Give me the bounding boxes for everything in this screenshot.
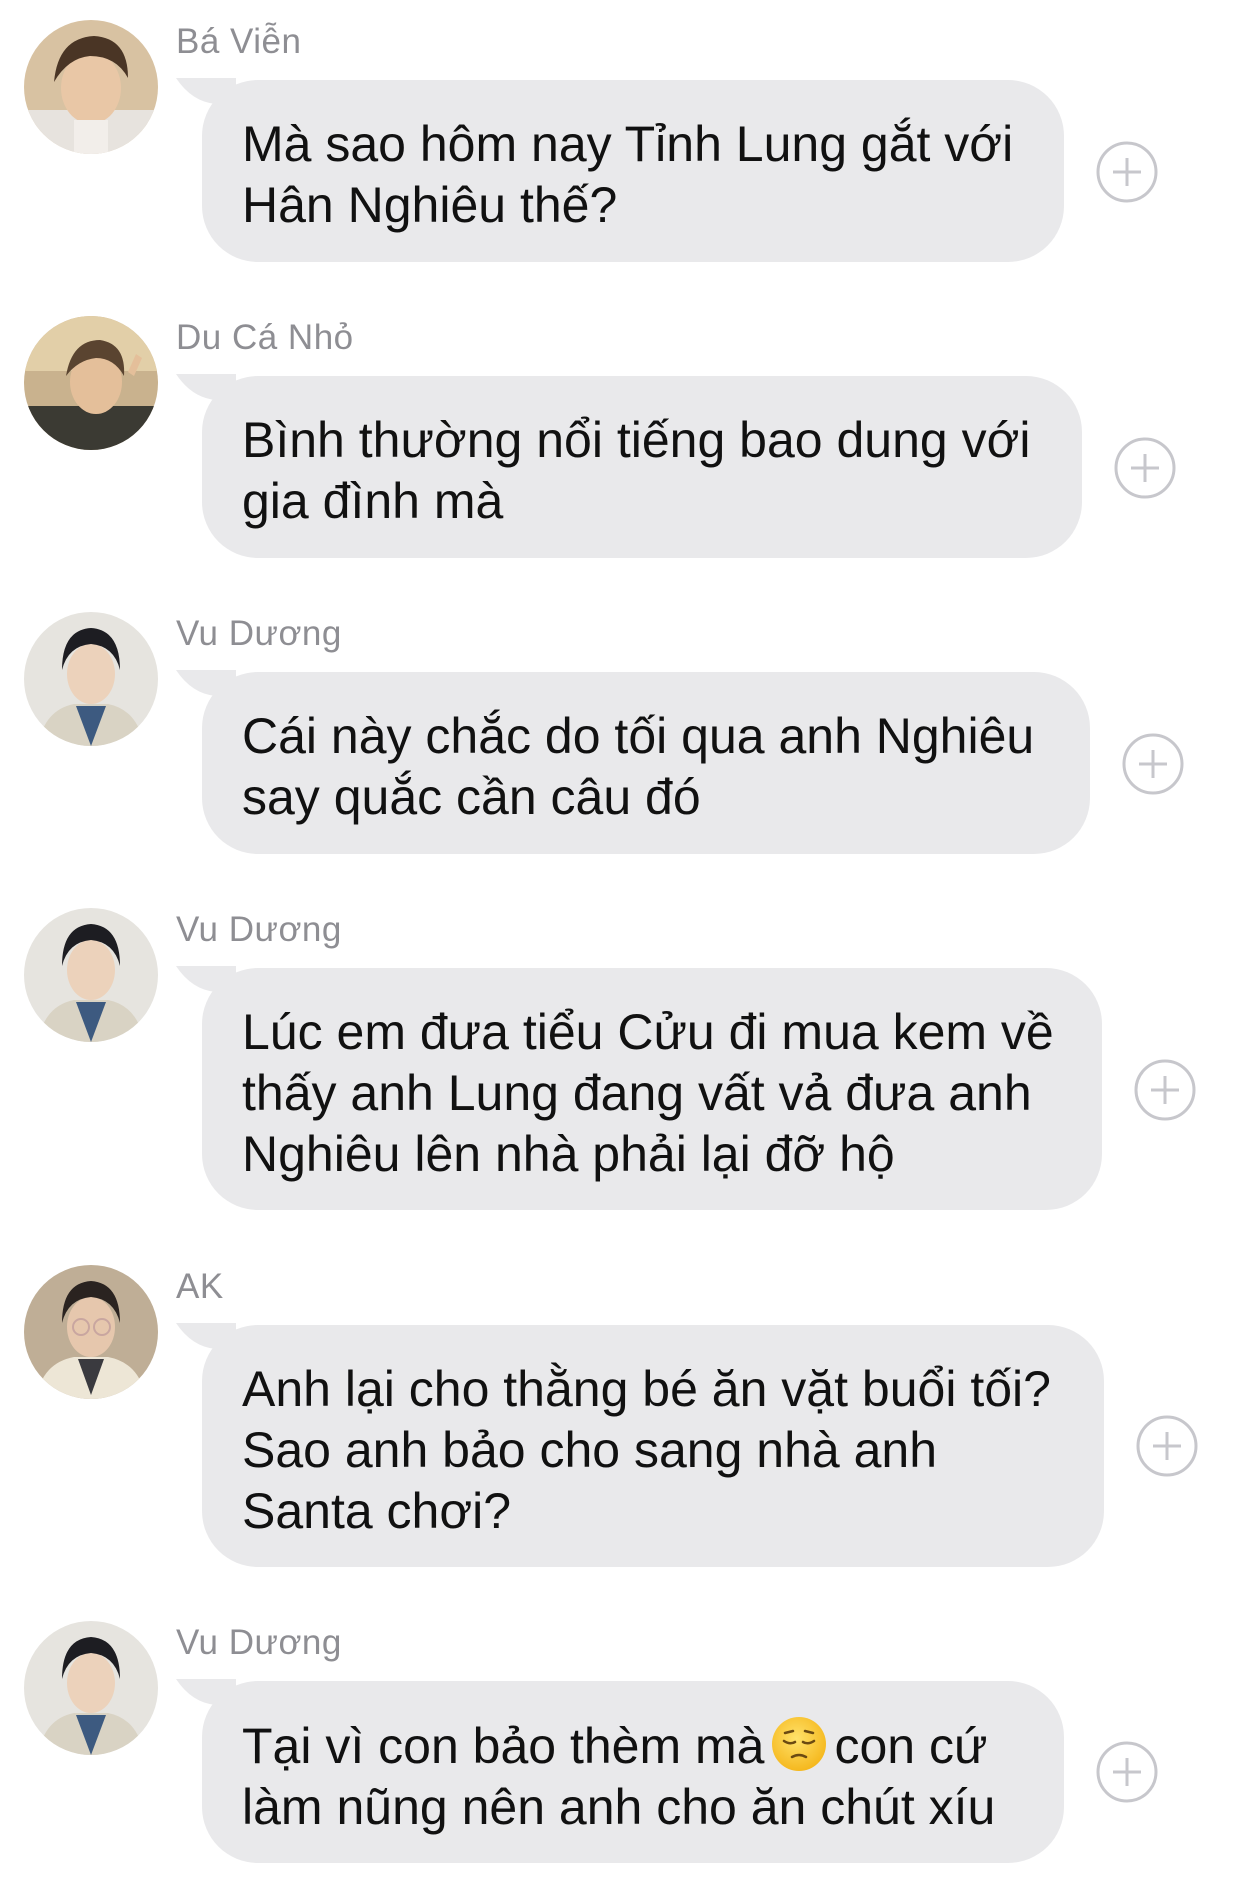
message-bubble[interactable]: Cái này chắc do tối qua anh Nghiêu say q… [202,672,1090,854]
add-reaction-button[interactable] [1134,1059,1196,1121]
plus-circle-icon [1134,1059,1196,1121]
avatar[interactable] [24,1265,158,1399]
sender-name: AK [176,1267,224,1306]
message-text: Bình thường nổi tiếng bao dung với gia đ… [242,412,1031,529]
avatar[interactable] [24,1621,158,1755]
message-text: Mà sao hôm nay Tỉnh Lung gắt với Hân Ngh… [242,116,1014,233]
pensive-face-emoji-icon [772,1717,827,1771]
add-reaction-button[interactable] [1096,141,1158,203]
plus-circle-icon [1096,1741,1158,1803]
message-text: Anh lại cho thằng bé ăn vặt buổi tối? Sa… [242,1361,1051,1539]
message-text: Tại vì con bảo thèm mà con cứ làm nũng n… [242,1715,1024,1838]
message-bubble[interactable]: Lúc em đưa tiểu Cửu đi mua kem về thấy a… [202,968,1102,1210]
message-text-before: Tại vì con bảo thèm mà [242,1718,765,1774]
plus-circle-icon [1096,141,1158,203]
avatar[interactable] [24,20,158,154]
avatar-image [24,316,158,450]
message-bubble[interactable]: Tại vì con bảo thèm mà con cứ làm nũng n… [202,1681,1064,1863]
message-text: Lúc em đưa tiểu Cửu đi mua kem về thấy a… [242,1004,1054,1182]
add-reaction-button[interactable] [1114,437,1176,499]
plus-circle-icon [1114,437,1176,499]
avatar-image [24,612,158,746]
sender-name: Bá Viễn [176,22,302,61]
avatar[interactable] [24,316,158,450]
chat-thread: Bá Viễn Mà sao hôm nay Tỉnh Lung gắt với… [0,0,1242,1891]
plus-circle-icon [1136,1415,1198,1477]
message-bubble[interactable]: Anh lại cho thằng bé ăn vặt buổi tối? Sa… [202,1325,1104,1567]
add-reaction-button[interactable] [1096,1741,1158,1803]
sender-name: Du Cá Nhỏ [176,318,354,357]
avatar-image [24,1621,158,1755]
sender-name: Vu Dương [176,910,342,949]
plus-circle-icon [1122,733,1184,795]
add-reaction-button[interactable] [1122,733,1184,795]
message-bubble[interactable]: Mà sao hôm nay Tỉnh Lung gắt với Hân Ngh… [202,80,1064,262]
avatar[interactable] [24,908,158,1042]
avatar[interactable] [24,612,158,746]
avatar-image [24,908,158,1042]
message-bubble[interactable]: Bình thường nổi tiếng bao dung với gia đ… [202,376,1082,558]
sender-name: Vu Dương [176,614,342,653]
add-reaction-button[interactable] [1136,1415,1198,1477]
avatar-image [24,20,158,154]
message-text: Cái này chắc do tối qua anh Nghiêu say q… [242,708,1035,825]
avatar-image [24,1265,158,1399]
sender-name: Vu Dương [176,1623,342,1662]
